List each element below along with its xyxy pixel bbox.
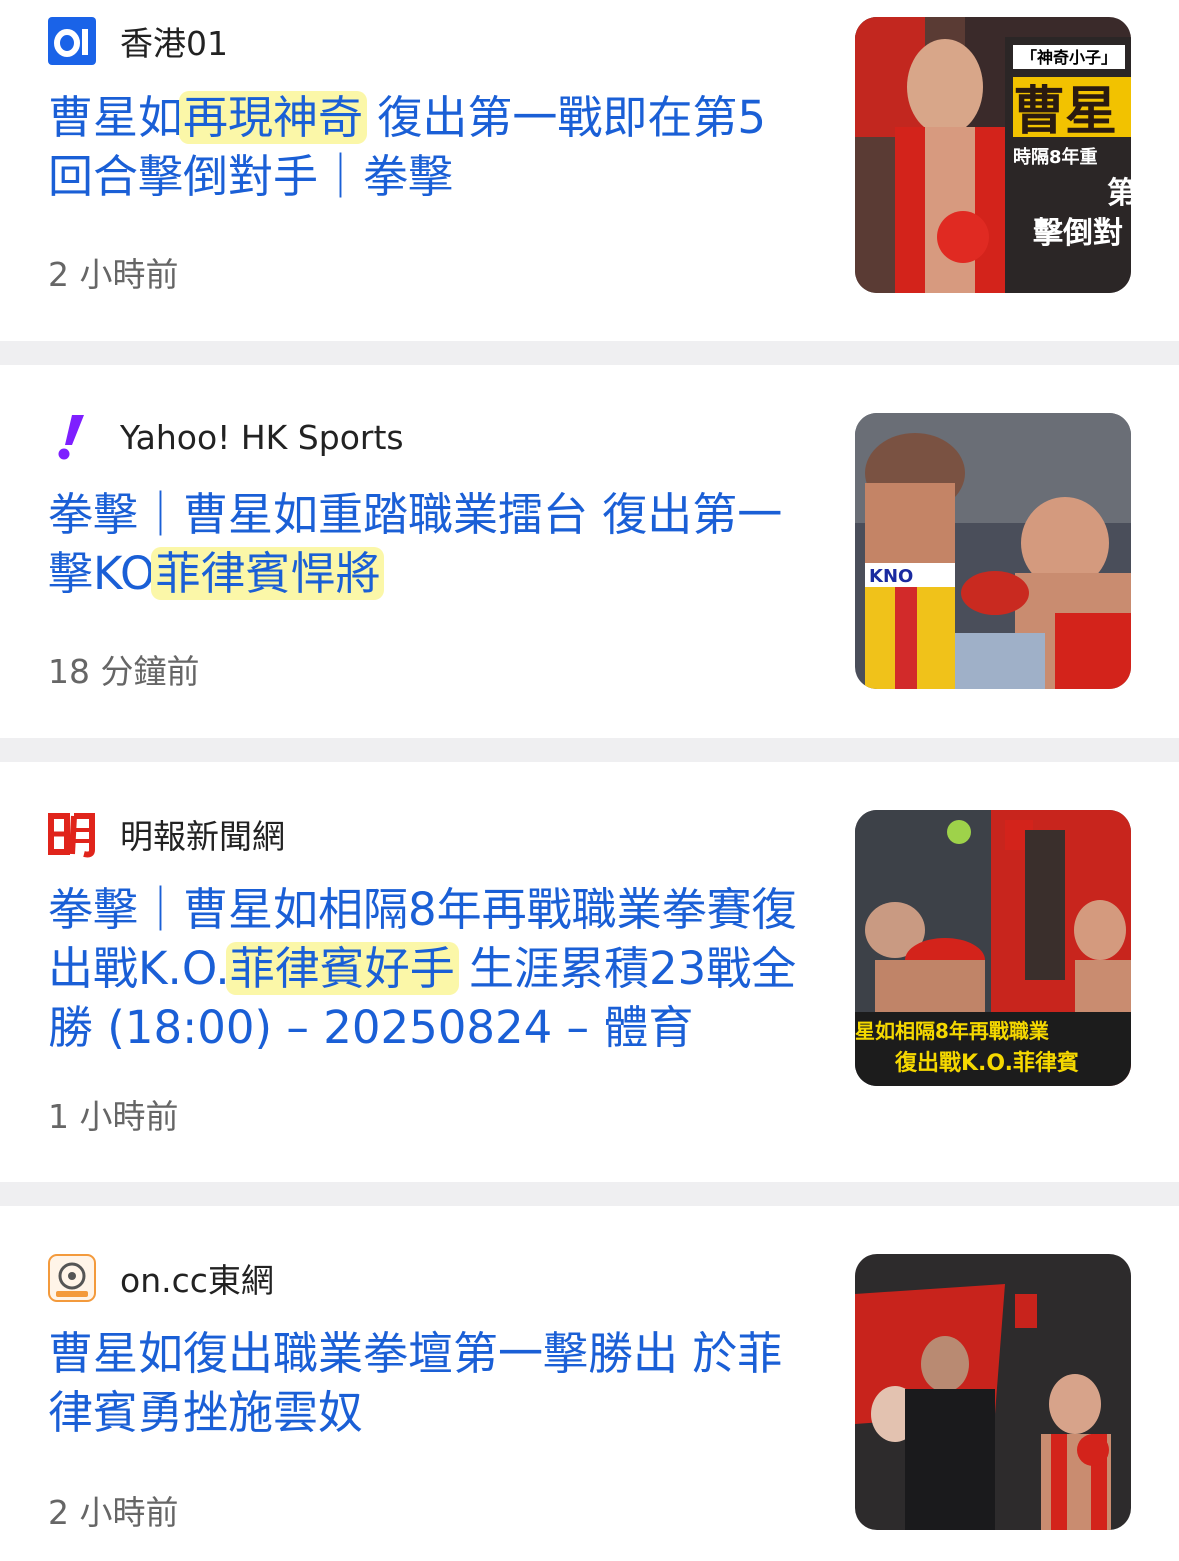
thumbnail-caption: 第	[1107, 176, 1131, 211]
headline-link[interactable]: 曹星如再現神奇 復出第一戰即在第5回合擊倒對手｜拳擊	[48, 88, 808, 206]
source-row: 香港01	[48, 17, 228, 65]
timestamp: 18 分鐘前	[48, 652, 200, 691]
oncc-logo-icon	[48, 1254, 96, 1302]
mingpao-logo-icon	[48, 810, 96, 858]
thumbnail-caption: 星如相隔8年再戰職業	[855, 1019, 1050, 1043]
source-name: Yahoo! HK Sports	[120, 417, 404, 457]
timestamp: 2 小時前	[48, 1493, 179, 1532]
source-row: Yahoo! HK Sports	[48, 413, 404, 461]
news-card[interactable]: on.cc東網 曹星如復出職業拳壇第一擊勝出 於菲律賓勇挫施雲奴 2 小時前	[0, 1206, 1179, 1561]
headline-highlight: 再現神奇	[179, 91, 368, 144]
news-card[interactable]: 明報新聞網 拳擊｜曹星如相隔8年再戰職業拳賽復出戰K.O.菲律賓好手 生涯累積2…	[0, 762, 1179, 1182]
card-divider	[0, 738, 1179, 762]
thumbnail-caption: KNO	[869, 566, 913, 587]
source-row: 明報新聞網	[48, 810, 285, 858]
card-divider	[0, 341, 1179, 365]
headline-link[interactable]: 拳擊｜曹星如重踏職業擂台 復出第一擊KO菲律賓悍將	[48, 485, 808, 603]
headline-link[interactable]: 曹星如復出職業拳壇第一擊勝出 於菲律賓勇挫施雲奴	[48, 1324, 808, 1442]
timestamp: 1 小時前	[48, 1097, 179, 1136]
news-card[interactable]: 香港01 曹星如再現神奇 復出第一戰即在第5回合擊倒對手｜拳擊 2 小時前 「神…	[0, 0, 1179, 341]
hk01-logo-icon	[48, 17, 96, 65]
news-feed: 香港01 曹星如再現神奇 復出第一戰即在第5回合擊倒對手｜拳擊 2 小時前 「神…	[0, 0, 1179, 1561]
source-name: 香港01	[120, 24, 228, 63]
headline-highlight: 菲律賓好手	[225, 942, 459, 995]
headline-link[interactable]: 拳擊｜曹星如相隔8年再戰職業拳賽復出戰K.O.菲律賓好手 生涯累積23戰全勝 (…	[48, 880, 808, 1057]
headline-text: 曹星如	[48, 91, 184, 144]
thumbnail-image[interactable]: KNO	[855, 413, 1131, 689]
yahoo-exclamation-icon	[48, 413, 96, 461]
headline-text: 曹星如復出職業拳壇第一擊勝出 於菲律賓勇挫施雲奴	[48, 1327, 783, 1439]
news-card[interactable]: Yahoo! HK Sports 拳擊｜曹星如重踏職業擂台 復出第一擊KO菲律賓…	[0, 365, 1179, 738]
card-divider	[0, 1182, 1179, 1206]
thumbnail-image[interactable]: 星如相隔8年再戰職業 復出戰K.O.菲律賓	[855, 810, 1131, 1086]
thumbnail-caption: 擊倒對	[1033, 216, 1123, 251]
timestamp: 2 小時前	[48, 255, 179, 294]
source-name: on.cc東網	[120, 1261, 274, 1300]
thumbnail-caption: 「神奇小子」	[1021, 48, 1117, 67]
thumbnail-caption: 時隔8年重	[1013, 146, 1098, 168]
thumbnail-image[interactable]	[855, 1254, 1131, 1530]
thumbnail-image[interactable]: 「神奇小子」 曹星 時隔8年重 第 擊倒對	[855, 17, 1131, 293]
source-name: 明報新聞網	[120, 817, 285, 856]
thumbnail-caption: 曹星	[1013, 82, 1117, 142]
headline-highlight: 菲律賓悍將	[151, 547, 385, 600]
thumbnail-caption: 復出戰K.O.菲律賓	[894, 1050, 1079, 1076]
source-row: on.cc東網	[48, 1254, 274, 1302]
